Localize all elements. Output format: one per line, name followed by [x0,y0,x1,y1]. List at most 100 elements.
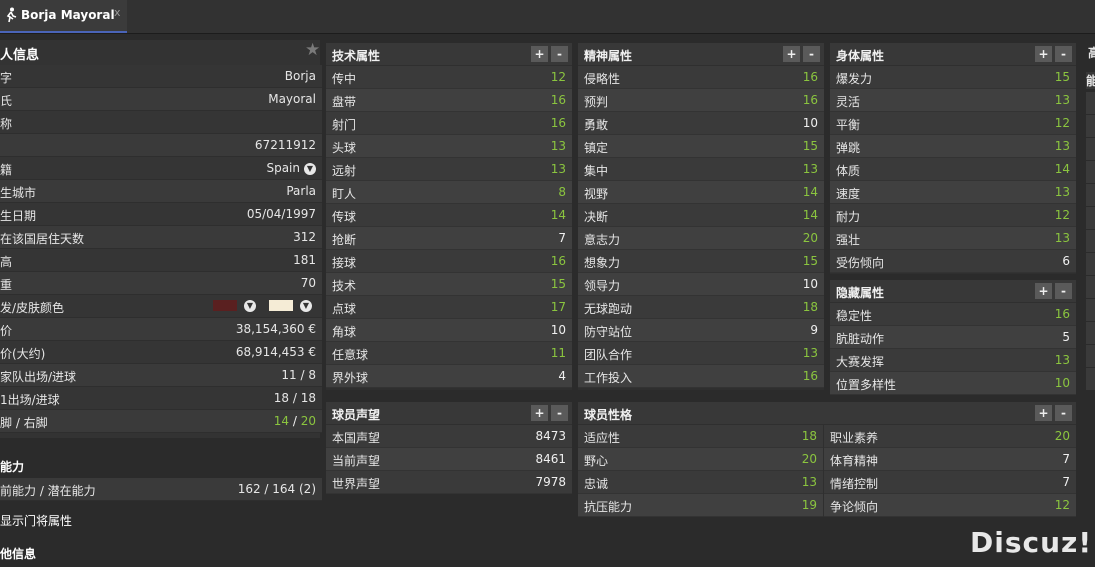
personal-info-label: 生日期 [0,209,37,223]
ability-value: 162 / 164 (2) [237,482,316,496]
attribute-row: 防守站位 9 [578,319,824,342]
attribute-label: 本国声望 [332,431,381,445]
attribute-label: 侵略性 [584,72,621,86]
attribute-row: 抢断 7 [326,227,572,250]
tab-player[interactable]: Borja Mayoral x [0,0,127,33]
personal-info-row: 价(大约) 68,914,453 € [0,341,322,364]
attribute-value: 8473 [535,429,566,443]
expand-button[interactable]: + [1035,405,1052,421]
personal-info-value-text: 38,154,360 € [235,322,316,336]
attribute-label: 工作投入 [584,371,633,385]
attribute-row: 职业素养 20 [824,425,1076,448]
collapse-button[interactable]: - [1055,283,1072,299]
attribute-label: 角球 [332,325,357,339]
attribute-label: 远射 [332,164,357,178]
personal-info-row: 67211912 [0,134,322,157]
attribute-row: 团队合作 13 [578,342,824,365]
watermark-logo: Discuz! [970,526,1093,559]
right-strip-cell [1086,322,1095,345]
right-strip-cell [1086,368,1095,391]
attribute-row: 盘带 16 [326,89,572,112]
personal-info-row: 高 181 [0,249,322,272]
right-foot-value: 20 [300,414,316,428]
personal-info-row: 脚 / 右脚 14 / 20 [0,410,322,433]
collapse-button[interactable]: - [1055,46,1072,62]
attribute-value: 7 [1062,475,1070,489]
star-icon[interactable]: ★ [305,40,320,60]
panel-title: 球员声望 [332,408,381,422]
attribute-row: 技术 15 [326,273,572,296]
attribute-value: 6 [1062,254,1070,268]
attribute-row: 情绪控制 7 [824,471,1076,494]
attribute-value: 7 [558,231,566,245]
personal-info-value-text: Parla [286,184,316,198]
attribute-label: 团队合作 [584,348,633,362]
attribute-value: 5 [1062,330,1070,344]
expand-button[interactable]: + [531,405,548,421]
chevron-down-icon[interactable]: ▼ [300,300,312,312]
close-icon[interactable]: x [114,6,121,19]
collapse-button[interactable]: - [1055,405,1072,421]
personal-info-panel: 人信息 ★ 字 Borja 氏 Mayoral 称 67211912 籍 Spain ▼ 生城市 P… [0,40,322,438]
attribute-label: 适应性 [584,431,621,445]
attribute-value: 13 [550,162,566,176]
attribute-row: 当前声望 8461 [326,448,572,471]
collapse-button[interactable]: - [551,405,568,421]
attribute-value: 18 [802,300,818,314]
right-strip-cell [1086,345,1095,368]
attribute-row: 角球 10 [326,319,572,342]
right-strip-cell [1086,138,1095,161]
attribute-label: 体质 [836,164,861,178]
attribute-row: 速度 13 [830,181,1076,204]
attribute-value: 7978 [535,475,566,489]
expand-button[interactable]: + [1035,283,1052,299]
attribute-label: 防守站位 [584,325,633,339]
attribute-row: 点球 17 [326,296,572,319]
left-foot-value: 14 [273,414,290,428]
attribute-label: 平衡 [836,118,861,132]
personal-info-value-text: Borja [284,69,316,83]
personal-info-label: 生城市 [0,186,37,200]
attribute-label: 灵活 [836,95,861,109]
attribute-value: 18 [801,429,817,443]
attribute-label: 争论倾向 [830,500,879,514]
player-running-icon [4,7,18,23]
personal-info-value-text: 67211912 [254,138,316,152]
mental-attributes-panel: 精神属性 + - 侵略性 16 预判 16 勇敢 10 镇定 15 集中 13 视野 14 决断 14 意志力 20… [578,43,824,390]
attribute-row: 接球 16 [326,250,572,273]
personal-info-row: 生城市 Parla [0,180,322,203]
panel-header: 技术属性 + - [326,43,572,65]
panel-title: 精神属性 [584,49,633,63]
expand-button[interactable]: + [531,46,548,62]
personal-info-value-text: Spain [266,161,300,175]
gk-attributes-toggle[interactable]: 显示门将属性 [0,512,72,529]
right-strip-cell [1086,253,1095,276]
personal-info-value: 181 [293,253,316,267]
attribute-value: 16 [802,70,818,84]
attribute-value: 15 [550,277,566,291]
attribute-label: 点球 [332,302,357,316]
personal-info-value: Spain ▼ [266,161,316,175]
collapse-button[interactable]: - [551,46,568,62]
attribute-row: 位置多样性 10 [830,372,1076,395]
personal-info-value: 05/04/1997 [247,207,316,221]
attribute-label: 无球跑动 [584,302,633,316]
chevron-down-icon[interactable]: ▼ [304,162,316,175]
attribute-row: 射门 16 [326,112,572,135]
expand-button[interactable]: + [1035,46,1052,62]
attribute-row: 界外球 4 [326,365,572,388]
physical-attributes-panel: 身体属性 + - 爆发力 15 灵活 13 平衡 12 弹跳 13 体质 14 速度 13 耐力 12 强壮 13 受… [830,43,1076,274]
attribute-value: 11 [550,346,566,360]
skin-color-swatch [269,300,293,311]
attribute-value: 16 [550,116,566,130]
attribute-label: 镇定 [584,141,609,155]
personal-info-row: 字 Borja [0,65,322,88]
attribute-row: 视野 14 [578,181,824,204]
right-strip-cell [1086,184,1095,207]
right-side-panel: 高 能 送 [1082,40,1095,560]
right-strip-cell [1086,207,1095,230]
chevron-down-icon[interactable]: ▼ [244,300,256,312]
attribute-value: 16 [802,369,818,383]
expand-button[interactable]: + [783,46,800,62]
collapse-button[interactable]: - [803,46,820,62]
